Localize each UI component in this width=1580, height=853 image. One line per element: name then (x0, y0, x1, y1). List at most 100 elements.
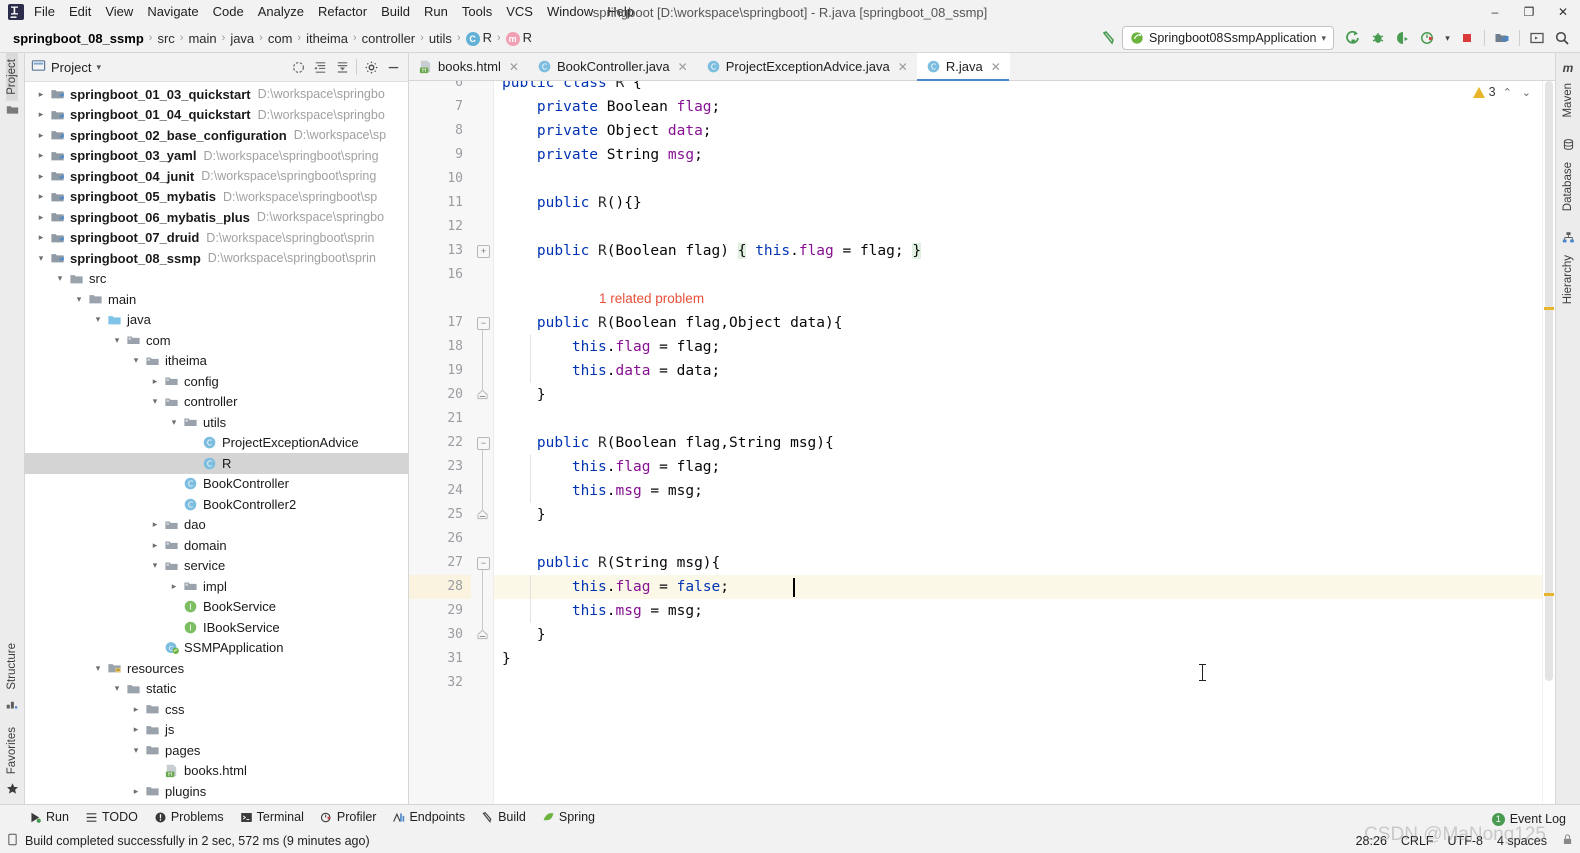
expand-all-icon[interactable] (309, 56, 331, 78)
inspection-widget[interactable]: 3 ⌃ ⌄ (1472, 85, 1534, 99)
chevron-down-icon[interactable]: ▾ (166, 417, 182, 428)
tree-node[interactable]: ▸ springboot_06_mybatis_plus D:\workspace\… (25, 207, 408, 228)
file-encoding[interactable]: UTF-8 (1448, 834, 1483, 848)
fold-region-end-icon[interactable] (477, 509, 488, 520)
previous-problem-icon[interactable]: ⌃ (1500, 86, 1515, 99)
menu-code[interactable]: Code (206, 1, 251, 23)
tree-node[interactable]: ▾ controller (25, 392, 408, 413)
tree-node[interactable]: ▸ springboot_07_druid D:\workspace\springb… (25, 228, 408, 249)
lock-icon[interactable] (1561, 833, 1574, 849)
menu-navigate[interactable]: Navigate (140, 1, 205, 23)
menu-help[interactable]: Help (600, 1, 641, 23)
tree-node[interactable]: ▸ springboot_04_junit D:\workspace\springb… (25, 166, 408, 187)
profile-icon[interactable] (1416, 26, 1440, 50)
tree-node[interactable]: ▾ springboot_08_ssmp D:\workspace\springbo… (25, 248, 408, 269)
chevron-down-icon[interactable]: ▾ (147, 396, 163, 407)
stop-icon[interactable] (1455, 26, 1479, 50)
tree-node[interactable]: ▸ springboot_01_03_quickstart D:\workspace… (25, 84, 408, 105)
fold-collapse-icon[interactable]: − (477, 557, 490, 570)
chevron-right-icon[interactable]: ▸ (33, 109, 49, 120)
tree-node[interactable]: ▸ config (25, 371, 408, 392)
tree-node[interactable]: ▾ utils (25, 412, 408, 433)
hide-panel-icon[interactable] (382, 56, 404, 78)
chevron-down-icon[interactable]: ▾ (90, 314, 106, 325)
menu-build[interactable]: Build (374, 1, 417, 23)
refresh-icon[interactable] (287, 56, 309, 78)
tool-window-build[interactable]: Build (474, 808, 533, 826)
tree-node[interactable]: ▸ dao (25, 515, 408, 536)
tree-node[interactable]: ▸ js (25, 720, 408, 741)
hide-window-icon[interactable] (1525, 26, 1549, 50)
sidebar-item-maven[interactable]: Maven (1562, 77, 1574, 124)
tree-node[interactable]: C BookController (25, 474, 408, 495)
code-folding-gutter[interactable]: + − − − (471, 81, 494, 804)
breadcrumb-item-java[interactable]: java (227, 30, 257, 47)
chevron-down-icon[interactable]: ▾ (71, 294, 87, 305)
tree-node[interactable]: C BookController2 (25, 494, 408, 515)
menu-analyze[interactable]: Analyze (251, 1, 311, 23)
run-icon[interactable] (1341, 26, 1365, 50)
tree-node[interactable]: ▾ resources (25, 658, 408, 679)
breadcrumb-item-src[interactable]: src (154, 30, 177, 47)
related-problem-hint[interactable]: 1 related problem (599, 287, 704, 311)
chevron-right-icon[interactable]: ▸ (166, 581, 182, 592)
event-log-button[interactable]: 1 Event Log (1491, 812, 1566, 826)
project-tree[interactable]: ▸ springboot_01_03_quickstart D:\workspace… (25, 82, 408, 804)
close-tab-icon[interactable]: ✕ (991, 60, 1001, 74)
tree-node[interactable]: I BookService (25, 597, 408, 618)
tool-window-terminal[interactable]: Terminal (233, 808, 311, 826)
project-structure-icon[interactable] (1490, 26, 1514, 50)
breadcrumb-item-main[interactable]: main (185, 30, 219, 47)
breadcrumb-item-r[interactable]: CR (463, 29, 495, 47)
menu-window[interactable]: Window (540, 1, 600, 23)
tool-window-endpoints[interactable]: Endpoints (385, 808, 472, 826)
tree-node[interactable]: ▾ com (25, 330, 408, 351)
tree-node[interactable]: ▾ src (25, 269, 408, 290)
fold-collapse-icon[interactable]: − (477, 437, 490, 450)
chevron-down-icon[interactable]: ▾ (1321, 33, 1326, 44)
tree-node[interactable]: ▸ springboot_02_base_configuration D:\work… (25, 125, 408, 146)
menu-vcs[interactable]: VCS (499, 1, 540, 23)
sidebar-item-structure[interactable]: Structure (6, 637, 18, 696)
tree-node[interactable]: Hbooks.html (25, 761, 408, 782)
next-problem-icon[interactable]: ⌄ (1519, 86, 1534, 99)
code-editor[interactable]: 3 ⌃ ⌄ public class R { private Boolean f… (494, 81, 1542, 804)
chevron-right-icon[interactable]: ▸ (147, 519, 163, 530)
tool-window-problems[interactable]: Problems (147, 808, 231, 826)
tree-node[interactable]: ▸ css (25, 699, 408, 720)
sidebar-item-favorites[interactable]: Favorites (6, 721, 18, 780)
minimize-button[interactable]: – (1478, 0, 1512, 24)
tree-node[interactable]: C SSMPApplication (25, 638, 408, 659)
editor-scrollbar[interactable] (1542, 81, 1555, 804)
settings-gear-icon[interactable] (360, 56, 382, 78)
project-dropdown-icon[interactable]: ▾ (96, 62, 101, 73)
breadcrumb-item-controller[interactable]: controller (359, 30, 418, 47)
breadcrumb-item-springboot_08_ssmp[interactable]: springboot_08_ssmp (10, 30, 147, 47)
build-hammer-icon[interactable] (1097, 26, 1121, 50)
sidebar-item-database[interactable]: Database (1562, 156, 1574, 217)
close-button[interactable]: ✕ (1546, 0, 1580, 24)
tree-node[interactable]: I IBookService (25, 617, 408, 638)
menu-file[interactable]: File (27, 1, 62, 23)
editor-tab-r-java[interactable]: C R.java ✕ (916, 53, 1010, 81)
chevron-right-icon[interactable]: ▸ (33, 150, 49, 161)
fold-collapse-icon[interactable]: − (477, 317, 490, 330)
status-message-group[interactable]: Build completed successfully in 2 sec, 5… (6, 833, 370, 849)
tool-window-todo[interactable]: TODO (78, 808, 145, 826)
warning-marker[interactable] (1544, 307, 1554, 310)
menu-tools[interactable]: Tools (455, 1, 499, 23)
breadcrumb-item-com[interactable]: com (265, 30, 296, 47)
debug-icon[interactable] (1366, 26, 1390, 50)
menu-refactor[interactable]: Refactor (311, 1, 374, 23)
editor-tab-books-html[interactable]: Hbooks.html ✕ (409, 53, 528, 80)
chevron-right-icon[interactable]: ▸ (33, 171, 49, 182)
menu-run[interactable]: Run (417, 1, 455, 23)
indent-setting[interactable]: 4 spaces (1497, 834, 1547, 848)
chevron-right-icon[interactable]: ▸ (147, 540, 163, 551)
chevron-right-icon[interactable]: ▸ (33, 130, 49, 141)
tree-node[interactable]: ▾ itheima (25, 351, 408, 372)
sidebar-item-project[interactable]: Project (6, 53, 18, 101)
chevron-down-icon[interactable]: ▾ (147, 560, 163, 571)
fold-expand-icon[interactable]: + (477, 245, 490, 258)
tool-window-spring[interactable]: Spring (535, 808, 602, 826)
